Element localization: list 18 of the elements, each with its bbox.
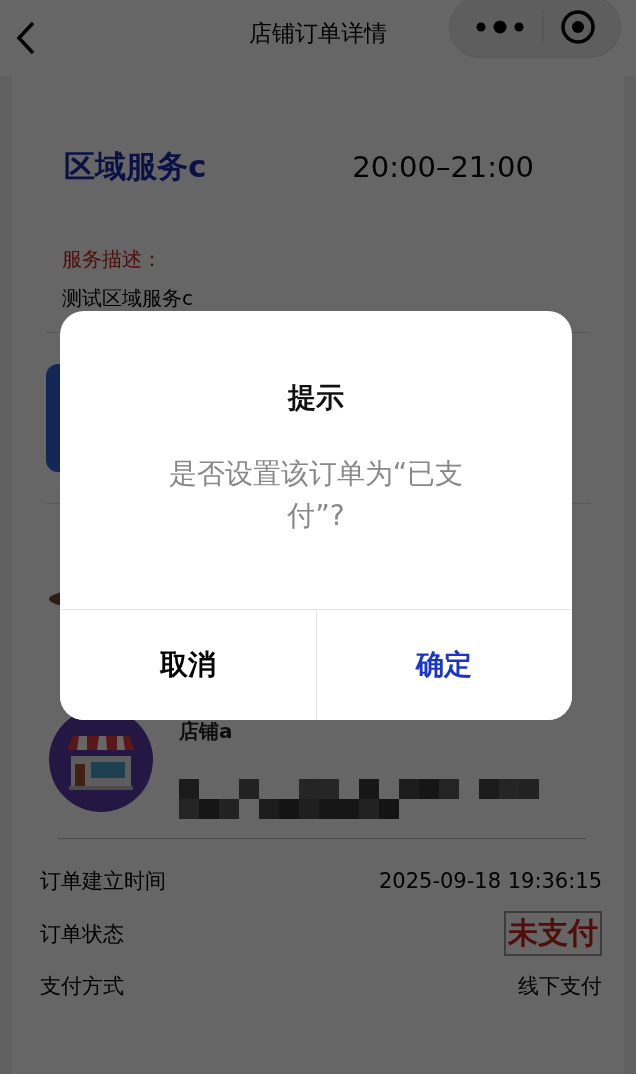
detail-label: 支付方式 [40, 973, 124, 1000]
detail-label: 订单状态 [40, 920, 124, 948]
target-icon[interactable] [559, 9, 596, 45]
detail-label: 订单建立时间 [40, 868, 166, 895]
store-name: 店铺a [179, 718, 234, 745]
more-icon[interactable] [474, 20, 525, 34]
description-label: 服务描述： [62, 246, 163, 273]
detail-value: 2025-09-18 19:36:15 [378, 869, 602, 893]
service-name: 区域服务c [64, 147, 207, 186]
confirm-button[interactable]: 确定 [315, 610, 572, 720]
status-badge: 未支付 [504, 911, 602, 956]
back-icon[interactable] [16, 21, 36, 55]
time-slot: 20:00–21:00 [352, 150, 534, 184]
page-title: 店铺订单详情 [248, 19, 388, 48]
description-text: 测试区域服务c [62, 285, 194, 312]
dialog-title: 提示 [288, 380, 344, 416]
detail-value: 线下支付 [518, 973, 602, 1000]
dialog-message: 是否设置该订单为“已支付”? [167, 456, 465, 534]
